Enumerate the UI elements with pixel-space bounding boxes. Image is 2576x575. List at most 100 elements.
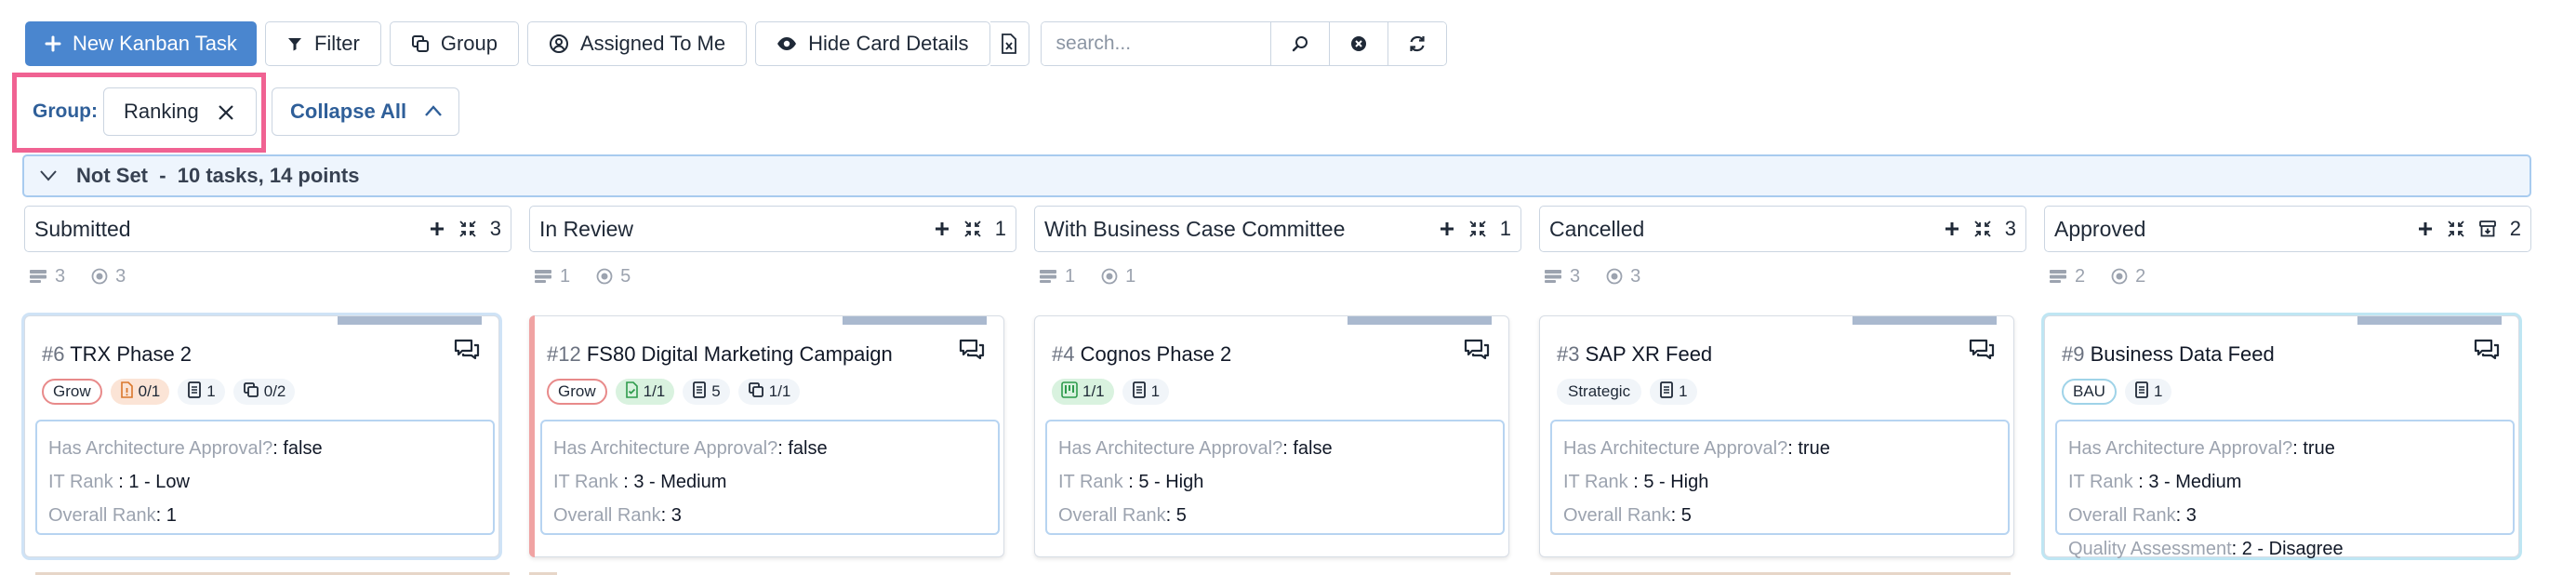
search-button[interactable] <box>1269 22 1329 65</box>
card-detail-key: IT Rank <box>553 472 618 492</box>
comments-icon[interactable] <box>1969 339 1995 361</box>
document-icon <box>692 381 707 403</box>
column-title: In Review <box>539 216 633 241</box>
chevron-up-icon <box>425 105 442 116</box>
card-details: Has Architecture Approval?: false IT Rank… <box>540 420 1000 535</box>
group-by-label: Group: <box>33 100 98 122</box>
card-detail-key: IT Rank <box>2068 472 2133 492</box>
plus-icon[interactable] <box>1439 221 1455 237</box>
collapse-all-label: Collapse All <box>290 100 407 123</box>
card-detail-row: Has Architecture Approval?: false <box>1058 432 1492 465</box>
column-tools: 2 <box>2417 207 2521 251</box>
filter-label: Filter <box>313 32 360 55</box>
group-chip-ranking[interactable]: Ranking <box>103 87 257 136</box>
comments-icon[interactable] <box>959 339 985 361</box>
card-badge: 1 <box>1650 379 1697 405</box>
column-task-count: 1 <box>1065 265 1076 287</box>
card-tags: 1/1 1 <box>1052 379 1170 405</box>
kanban-card[interactable]: #3 SAP XR Feed Strategic 1 Has Architectu… <box>1539 315 2014 557</box>
group-button[interactable]: Group <box>389 21 519 66</box>
kanban-card[interactable]: #9 Business Data Feed BAU 1 Has Architect… <box>2044 315 2519 559</box>
card-badge: 1/1 <box>1052 379 1114 405</box>
compress-icon[interactable] <box>1468 220 1487 238</box>
card-number: #9 <box>2062 342 2085 366</box>
card-label-tag: BAU <box>2062 379 2117 405</box>
plus-icon[interactable] <box>1944 221 1960 237</box>
new-kanban-task-button[interactable]: New Kanban Task <box>25 21 257 66</box>
card-details: Has Architecture Approval?: false IT Rank… <box>1045 420 1505 535</box>
kanban-card[interactable]: #4 Cognos Phase 2 1/1 1 Has Architecture … <box>1034 315 1509 557</box>
card-badge-value: 1 <box>206 382 216 400</box>
card-title[interactable]: #3 SAP XR Feed <box>1557 342 1712 367</box>
card-badge-value: 5 <box>711 382 721 400</box>
card-badge: 1/1 <box>615 379 675 405</box>
group-chip-label: Ranking <box>124 100 199 123</box>
new-kanban-task-label: New Kanban Task <box>73 32 237 55</box>
card-detail-row: Has Architecture Approval?: true <box>2068 432 2502 465</box>
card-title[interactable]: #4 Cognos Phase 2 <box>1052 342 1231 367</box>
plus-icon[interactable] <box>2417 221 2434 237</box>
stack-icon <box>535 270 551 283</box>
file-warning-icon <box>120 381 134 403</box>
search-input[interactable] <box>1041 22 1270 65</box>
swimlane-title: Not Set - 10 tasks, 14 points <box>76 164 360 187</box>
column-tools: 3 <box>429 207 501 251</box>
refresh-button[interactable] <box>1387 22 1446 65</box>
close-circle-icon <box>1350 36 1366 51</box>
comments-icon[interactable] <box>2474 339 2500 361</box>
collapse-all-button[interactable]: Collapse All <box>272 87 459 136</box>
card-detail-key: Quality Assessment <box>2068 539 2232 559</box>
card-badge: 1 <box>178 379 225 405</box>
column-header: Approved 2 <box>2044 206 2531 252</box>
column-header: With Business Case Committee 1 <box>1034 206 1521 252</box>
card-detail-value: : 1 <box>155 505 177 526</box>
compress-icon[interactable] <box>1973 220 1992 238</box>
card-badge: 0/1 <box>110 379 170 405</box>
card-title-text: SAP XR Feed <box>1585 342 1713 366</box>
column-submitted: Submitted 3 3 3 #6 TRX Phase 2 Grow 0/1 1 0… <box>24 206 511 575</box>
column-header: Submitted 3 <box>24 206 511 252</box>
card-title[interactable]: #6 TRX Phase 2 <box>42 342 192 367</box>
card-title[interactable]: #12 FS80 Digital Marketing Campaign <box>547 342 893 367</box>
points-icon <box>91 268 108 285</box>
search-group <box>1040 21 1447 66</box>
card-detail-key: Has Architecture Approval? <box>48 438 273 459</box>
card-badge-value: 0/2 <box>263 382 286 400</box>
hide-card-details-button[interactable]: Hide Card Details <box>755 21 990 66</box>
card-badge-value: 1 <box>2153 382 2163 400</box>
column-cancelled: Cancelled 3 3 3 #3 SAP XR Feed Strategic… <box>1539 206 2026 575</box>
compress-icon[interactable] <box>2447 220 2465 238</box>
card-title[interactable]: #9 Business Data Feed <box>2062 342 2275 367</box>
plus-icon[interactable] <box>934 221 950 237</box>
kanban-card[interactable]: #12 FS80 Digital Marketing Campaign Grow… <box>529 315 1004 557</box>
card-number: #4 <box>1052 342 1075 366</box>
card-priority-stripe <box>338 316 482 325</box>
group-label: Group <box>440 32 498 55</box>
kanban-card[interactable]: #6 TRX Phase 2 Grow 0/1 1 0/2 Has Architect… <box>24 315 499 557</box>
compress-icon[interactable] <box>963 220 982 238</box>
comments-icon[interactable] <box>1464 339 1490 361</box>
swimlane-not-set[interactable]: Not Set - 10 tasks, 14 points <box>22 154 2531 197</box>
column-with-business-case-committee: With Business Case Committee 1 1 1 #4 Co… <box>1034 206 1521 557</box>
card-detail-value: : true <box>2292 438 2335 459</box>
card-priority-stripe <box>843 316 987 325</box>
export-excel-button[interactable] <box>989 21 1029 66</box>
card-badge: 1/1 <box>737 379 801 405</box>
card-title-text: TRX Phase 2 <box>70 342 193 366</box>
filter-button[interactable]: Filter <box>264 21 381 66</box>
comments-icon[interactable] <box>454 339 480 361</box>
assigned-to-me-button[interactable]: Assigned To Me <box>526 21 748 66</box>
card-detail-value: : 1 - Low <box>113 472 190 492</box>
refresh-icon <box>1409 35 1425 52</box>
close-icon[interactable] <box>217 103 235 122</box>
compress-icon[interactable] <box>458 220 477 238</box>
card-details: Has Architecture Approval?: false IT Rank… <box>35 420 495 535</box>
card-detail-key: Has Architecture Approval? <box>1563 438 1788 459</box>
card-label-tag: Grow <box>42 379 102 405</box>
clear-search-button[interactable] <box>1328 22 1388 65</box>
plus-icon[interactable] <box>429 221 445 237</box>
archive-icon[interactable] <box>2478 220 2497 238</box>
card-detail-row: IT Rank : 5 - High <box>1563 465 1997 499</box>
copy-icon <box>243 381 259 403</box>
column-points: 1 <box>1125 265 1136 287</box>
